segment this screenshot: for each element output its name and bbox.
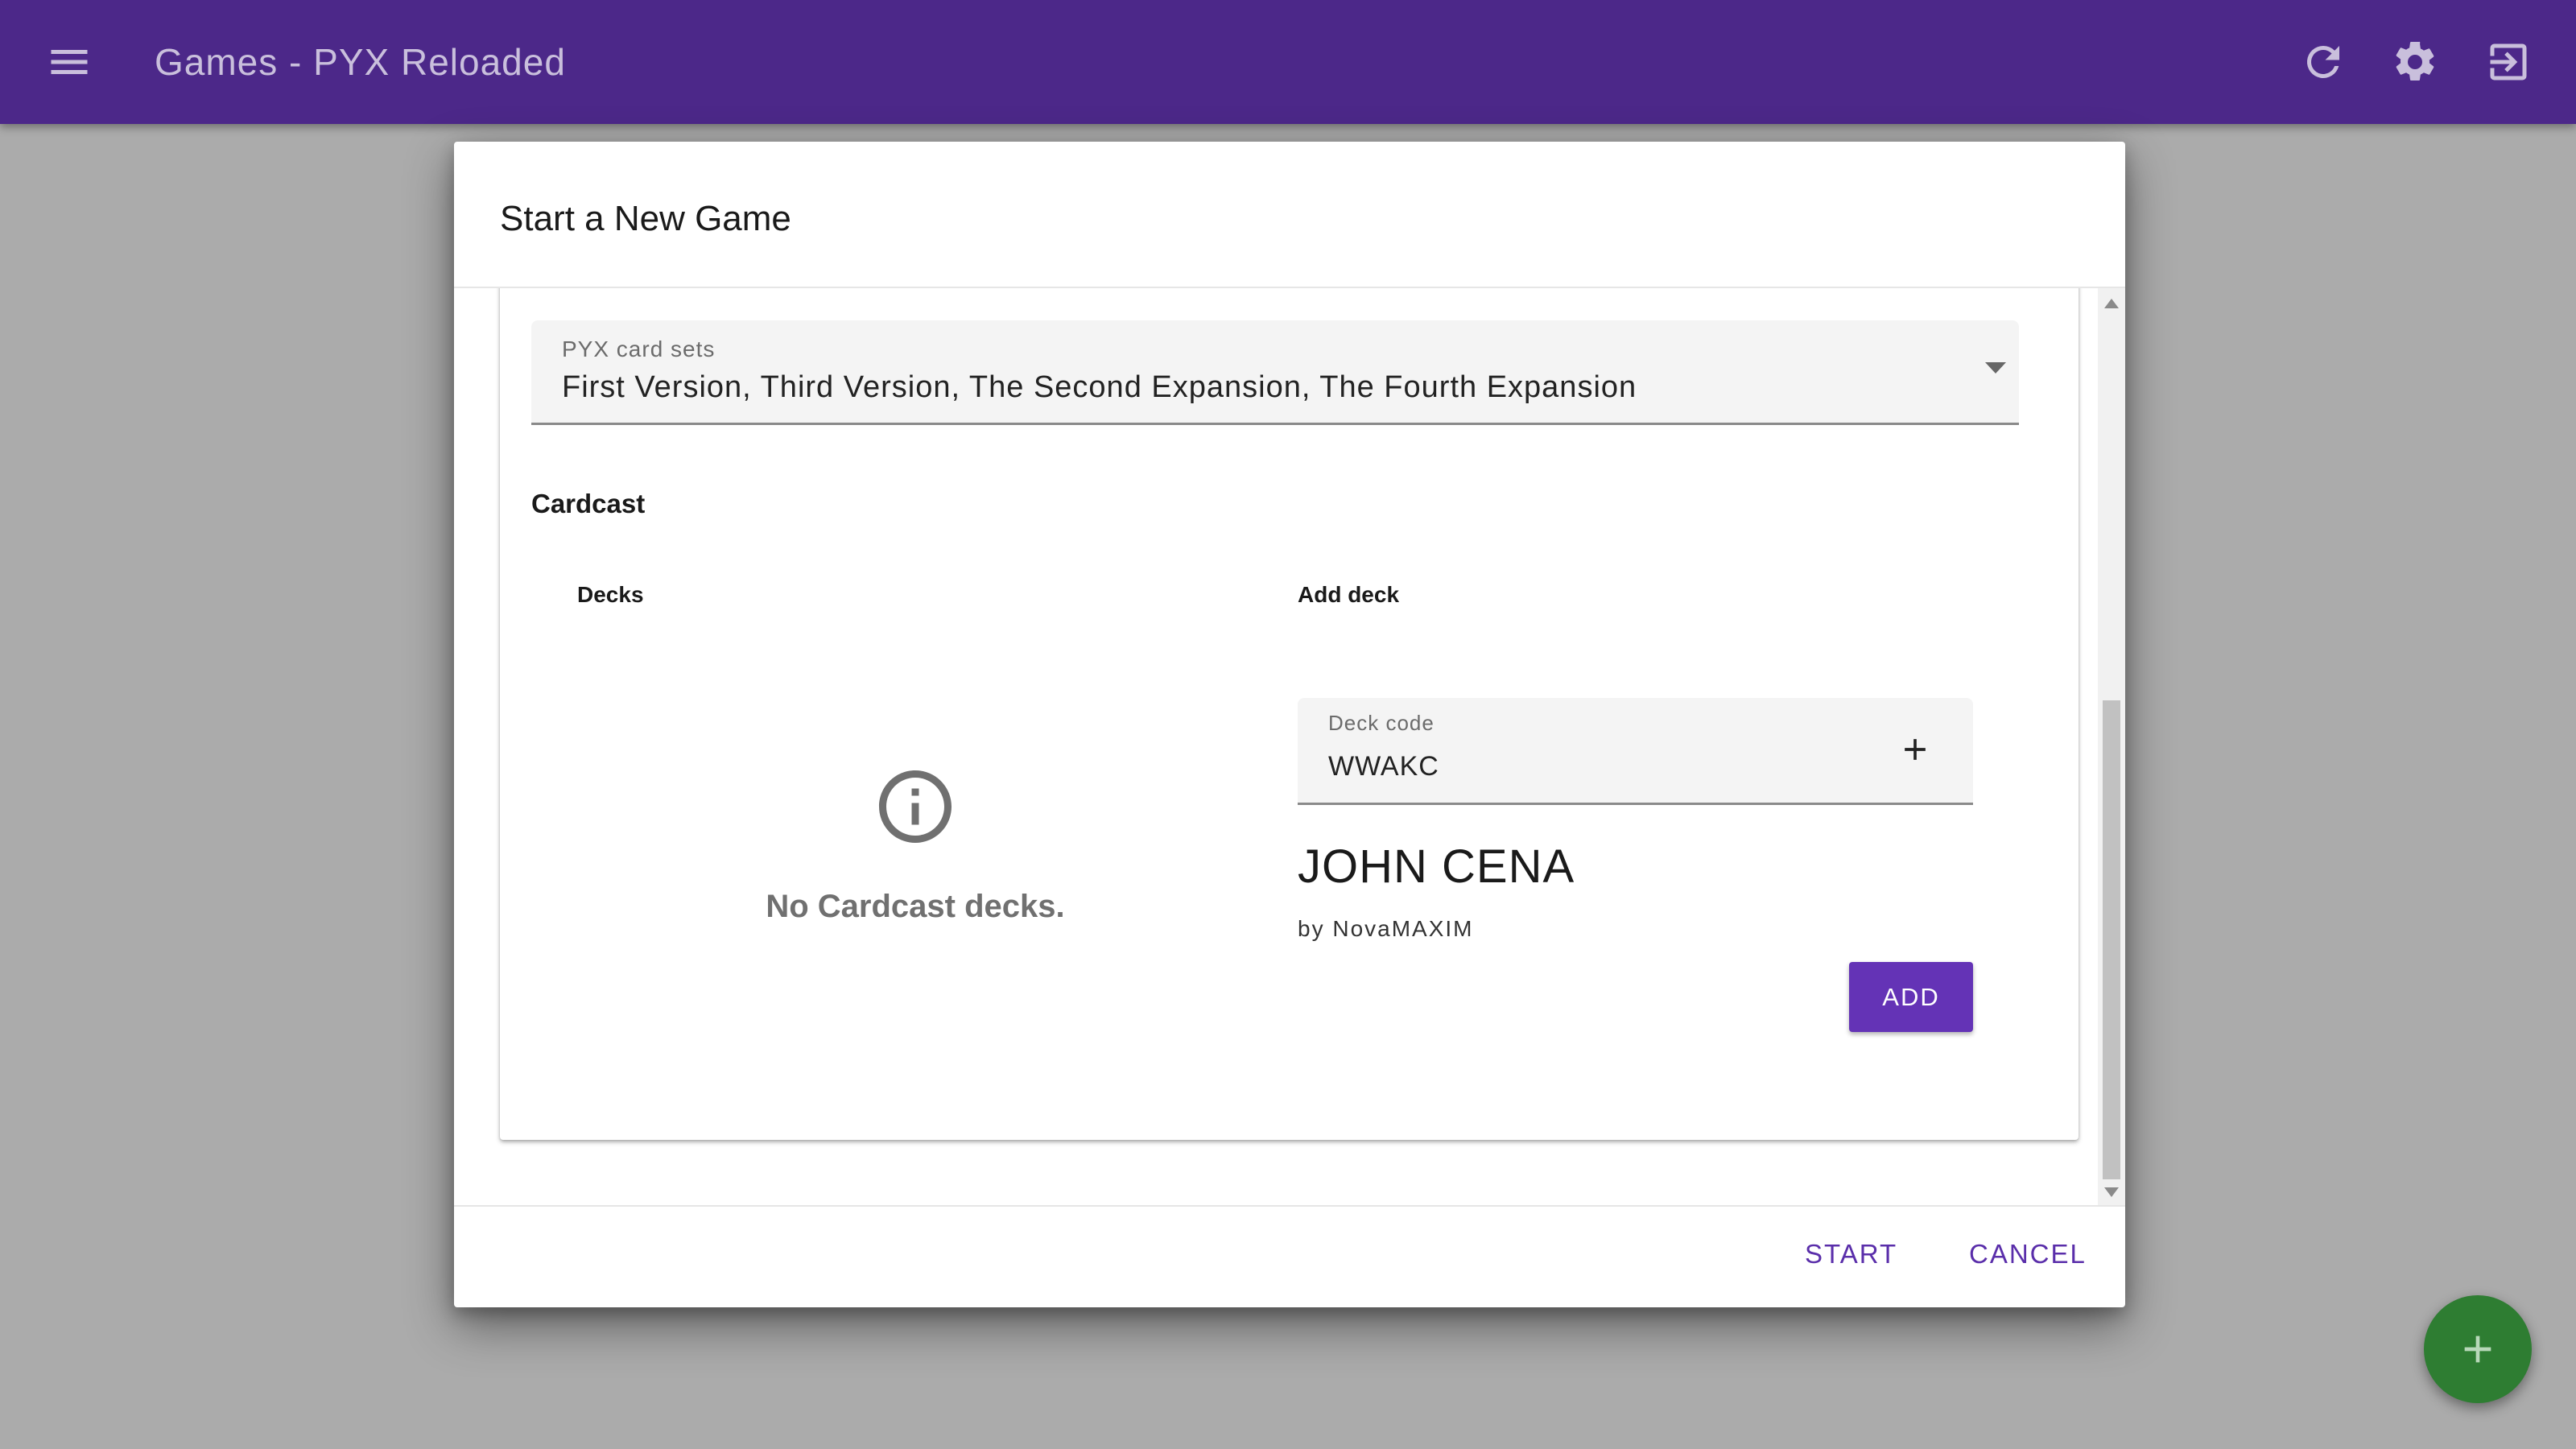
deck-preview-author: by NovaMAXIM bbox=[1298, 916, 1474, 941]
new-game-dialog: Start a New Game PYX card sets First Ver… bbox=[454, 142, 2125, 1307]
scroll-up-arrow[interactable] bbox=[2104, 298, 2119, 308]
info-icon bbox=[872, 763, 959, 850]
page-title: Games - PYX Reloaded bbox=[155, 41, 566, 83]
deck-code-label: Deck code bbox=[1328, 711, 1435, 735]
add-deck-column-title: Add deck bbox=[1298, 582, 1400, 607]
plus-icon bbox=[2464, 1335, 2491, 1363]
deck-preview-name: JOHN CENA bbox=[1298, 840, 1575, 893]
pyx-card-sets-label: PYX card sets bbox=[562, 336, 716, 361]
logout-button[interactable] bbox=[2484, 38, 2533, 86]
new-game-fab[interactable] bbox=[2424, 1295, 2532, 1403]
arrow-down-icon bbox=[2104, 1187, 2119, 1197]
dialog-title: Start a New Game bbox=[500, 199, 791, 238]
no-decks-message: No Cardcast decks. bbox=[766, 889, 1065, 924]
cardcast-section-title: Cardcast bbox=[531, 489, 646, 518]
dialog-content[interactable]: PYX card sets First Version, Third Versi… bbox=[454, 288, 2098, 1205]
caret-down-icon bbox=[1985, 362, 2006, 374]
refresh-button[interactable] bbox=[2299, 38, 2347, 86]
arrow-up-icon bbox=[2104, 299, 2119, 308]
pyx-card-sets-select[interactable]: PYX card sets First Version, Third Versi… bbox=[531, 320, 2019, 425]
dialog-scrollbar[interactable] bbox=[2098, 288, 2125, 1205]
plus-icon bbox=[1905, 739, 1926, 760]
deck-code-input[interactable] bbox=[1328, 751, 1811, 782]
dropdown-caret bbox=[1985, 362, 2006, 378]
exit-icon bbox=[2490, 43, 2527, 80]
gear-icon bbox=[2396, 41, 2434, 80]
scroll-down-arrow[interactable] bbox=[2104, 1187, 2119, 1197]
dialog-divider-bottom bbox=[454, 1205, 2125, 1207]
menu-icon bbox=[51, 50, 88, 74]
add-deck-code-button[interactable] bbox=[1897, 732, 1933, 767]
decks-column-title: Decks bbox=[577, 582, 644, 607]
start-button[interactable]: START bbox=[1805, 1236, 1897, 1272]
cancel-button[interactable]: CANCEL bbox=[1969, 1236, 2087, 1272]
deck-code-field[interactable]: Deck code bbox=[1298, 698, 1973, 805]
add-deck-button[interactable]: ADD bbox=[1849, 962, 1973, 1032]
refresh-icon bbox=[2306, 45, 2339, 78]
options-card: PYX card sets First Version, Third Versi… bbox=[500, 288, 2079, 1140]
settings-button[interactable] bbox=[2391, 38, 2439, 86]
menu-button[interactable] bbox=[45, 38, 93, 86]
pyx-card-sets-value: First Version, Third Version, The Second… bbox=[562, 370, 1637, 404]
scrollbar-thumb[interactable] bbox=[2103, 700, 2120, 1179]
app-bar: Games - PYX Reloaded bbox=[0, 0, 2576, 124]
